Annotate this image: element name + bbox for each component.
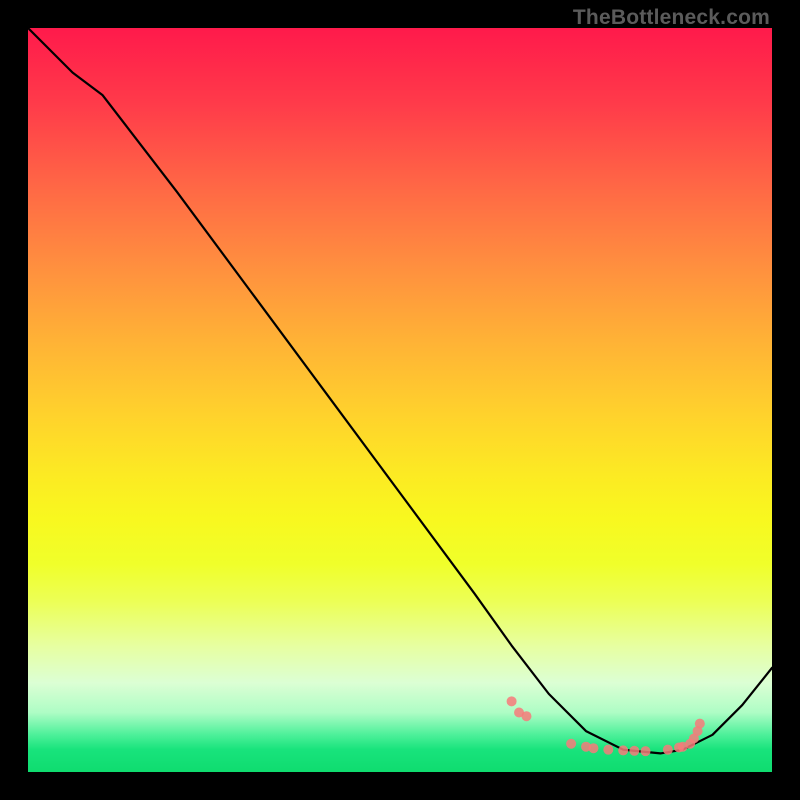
scatter-point (507, 696, 517, 706)
scatter-point (603, 745, 613, 755)
scatter-point (629, 746, 639, 756)
scatter-point (618, 745, 628, 755)
scatter-point (566, 739, 576, 749)
bottleneck-curve (28, 28, 772, 753)
plot-area (28, 28, 772, 772)
chart-frame: TheBottleneck.com (0, 0, 800, 800)
scatter-markers (507, 696, 705, 756)
scatter-point (641, 746, 651, 756)
scatter-point (695, 719, 705, 729)
watermark-text: TheBottleneck.com (573, 6, 770, 30)
chart-svg (28, 28, 772, 772)
scatter-point (521, 711, 531, 721)
scatter-point (588, 743, 598, 753)
scatter-point (663, 745, 673, 755)
